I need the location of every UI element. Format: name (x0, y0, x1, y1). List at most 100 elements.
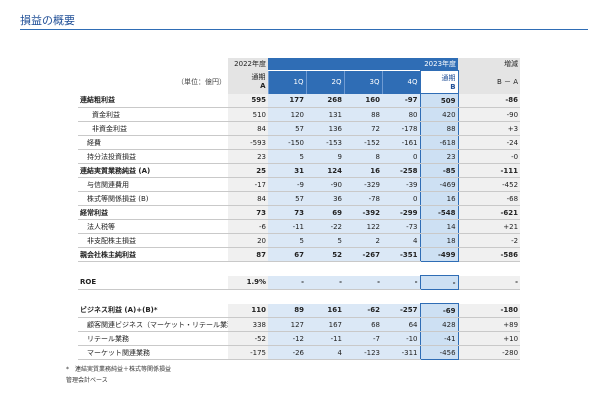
cell-diff: -86 (458, 93, 521, 108)
cell-q2: 69 (306, 205, 344, 220)
cell-q3: 122 (344, 219, 382, 234)
cell-q1: 73 (268, 205, 306, 220)
cell-q4: 0 (382, 191, 420, 206)
table-row: 与信関連費用 -17 -9 -90 -329 -39 -469 -452 (78, 177, 521, 192)
table-row: ビジネス利益 (A)+(B)* 110 89 161 -62 -257 -69 … (78, 303, 521, 318)
cell-fy2022: 1.9% (228, 275, 268, 290)
cell-fy2023: 88 (419, 121, 459, 136)
row-label: 顧客関連ビジネス（マーケット・リテール業務除く） (78, 317, 228, 332)
cell-q2: -11 (306, 331, 344, 346)
row-label: ビジネス利益 (A)+(B)* (78, 303, 228, 318)
cell-q1: 57 (268, 121, 306, 136)
row-label: 親会社株主純利益 (78, 247, 228, 262)
cell-fy2023: -469 (419, 177, 459, 192)
cell-fy2023: 23 (419, 149, 459, 164)
cell-q3: 88 (344, 107, 382, 122)
cell-q4: -178 (382, 121, 420, 136)
cell-q4: 64 (382, 317, 420, 332)
table-row: 資金利益 510 120 131 88 80 420 -90 (78, 107, 521, 122)
cell-fy2022: 510 (228, 107, 268, 122)
cell-q3: -329 (344, 177, 382, 192)
cell-q1: 57 (268, 191, 306, 206)
row-label: リテール業務 (78, 331, 228, 346)
row-label: ROE (78, 275, 228, 290)
footnotes: * 連結実質業務純益＋株式等関係損益 管理会計ベース (66, 364, 171, 386)
row-label: 法人税等 (78, 219, 228, 234)
cell-fy2022: 338 (228, 317, 268, 332)
row-label: 経費 (78, 135, 228, 150)
cell-q3: -62 (344, 303, 382, 318)
header-q2: 2Q (305, 70, 344, 94)
cell-q4: -161 (382, 135, 420, 150)
cell-diff: +89 (458, 317, 521, 332)
cell-q3: -78 (344, 191, 382, 206)
cell-q4: -97 (382, 93, 420, 108)
cell-diff: -24 (458, 135, 521, 150)
table-row: 経常利益 73 73 69 -392 -299 -548 -621 (78, 205, 521, 220)
cell-q2: 4 (306, 345, 344, 360)
cell-diff: -452 (458, 177, 521, 192)
cell-q1: 67 (268, 247, 306, 262)
cell-fy2023: - (419, 275, 459, 290)
cell-q4: 0 (382, 149, 420, 164)
header-q4: 4Q (381, 70, 420, 94)
header-col-b: B (450, 83, 456, 91)
cell-fy2022: 73 (228, 205, 268, 220)
cell-q2: 124 (306, 163, 344, 178)
cell-q2: 268 (306, 93, 344, 108)
cell-fy2022: 84 (228, 191, 268, 206)
cell-q1: -12 (268, 331, 306, 346)
cell-q3: -7 (344, 331, 382, 346)
cell-q1: 177 (268, 93, 306, 108)
cell-fy2023: -41 (419, 331, 459, 346)
cell-q3: -123 (344, 345, 382, 360)
cell-fy2023: -85 (419, 163, 459, 178)
row-label: 株式等関係損益 (B) (78, 191, 228, 206)
row-label: マーケット関連業務 (78, 345, 228, 360)
pl-summary-table: 2022年度 2023年度 増減 （単位：億円） 通期 A 1Q 2Q 3Q 4Q… (78, 58, 521, 360)
cell-fy2023: -69 (419, 303, 459, 318)
table-row: 経費 -593 -150 -153 -152 -161 -618 -24 (78, 135, 521, 150)
table-row: 非資金利益 84 57 136 72 -178 88 +3 (78, 121, 521, 136)
cell-q4: -258 (382, 163, 420, 178)
cell-fy2023: 16 (419, 191, 459, 206)
cell-q1: -150 (268, 135, 306, 150)
cell-q1: 31 (268, 163, 306, 178)
table-row: 持分法投資損益 23 5 9 8 0 23 -0 (78, 149, 521, 164)
cell-diff: +10 (458, 331, 521, 346)
cell-diff: -68 (458, 191, 521, 206)
cell-q1: -26 (268, 345, 306, 360)
table-spacer (78, 290, 520, 304)
row-label: 与信関連費用 (78, 177, 228, 192)
cell-q2: 36 (306, 191, 344, 206)
title-divider (20, 29, 588, 30)
cell-fy2023: -499 (419, 247, 459, 262)
cell-q2: 131 (306, 107, 344, 122)
footnote-management-basis: 管理会計ベース (66, 377, 108, 384)
cell-q2: -22 (306, 219, 344, 234)
cell-fy2023: -456 (419, 345, 459, 360)
cell-fy2022: -6 (228, 219, 268, 234)
cell-fy2022: -593 (228, 135, 268, 150)
cell-diff: -280 (458, 345, 521, 360)
cell-diff: -0 (458, 149, 521, 164)
cell-diff: -621 (458, 205, 521, 220)
footnote-business-profit: * 連結実質業務純益＋株式等関係損益 (66, 366, 172, 373)
cell-fy2023: 14 (419, 219, 459, 234)
cell-fy2022: 87 (228, 247, 268, 262)
cell-diff: -111 (458, 163, 521, 178)
cell-fy2022: 20 (228, 233, 268, 248)
cell-q2: 52 (306, 247, 344, 262)
cell-q4: -257 (382, 303, 420, 318)
table-row: 顧客関連ビジネス（マーケット・リテール業務除く） 338 127 167 68 … (78, 317, 521, 332)
cell-diff: -90 (458, 107, 521, 122)
cell-q2: - (306, 275, 344, 290)
header-fy2023: 2023年度 (268, 58, 459, 71)
cell-fy2023: -618 (419, 135, 459, 150)
cell-diff: +3 (458, 121, 521, 136)
cell-q2: 9 (306, 149, 344, 164)
cell-q1: 5 (268, 233, 306, 248)
table-row: マーケット関連業務 -175 -26 4 -123 -311 -456 -280 (78, 345, 521, 360)
row-label: 持分法投資損益 (78, 149, 228, 164)
cell-q4: -351 (382, 247, 420, 262)
